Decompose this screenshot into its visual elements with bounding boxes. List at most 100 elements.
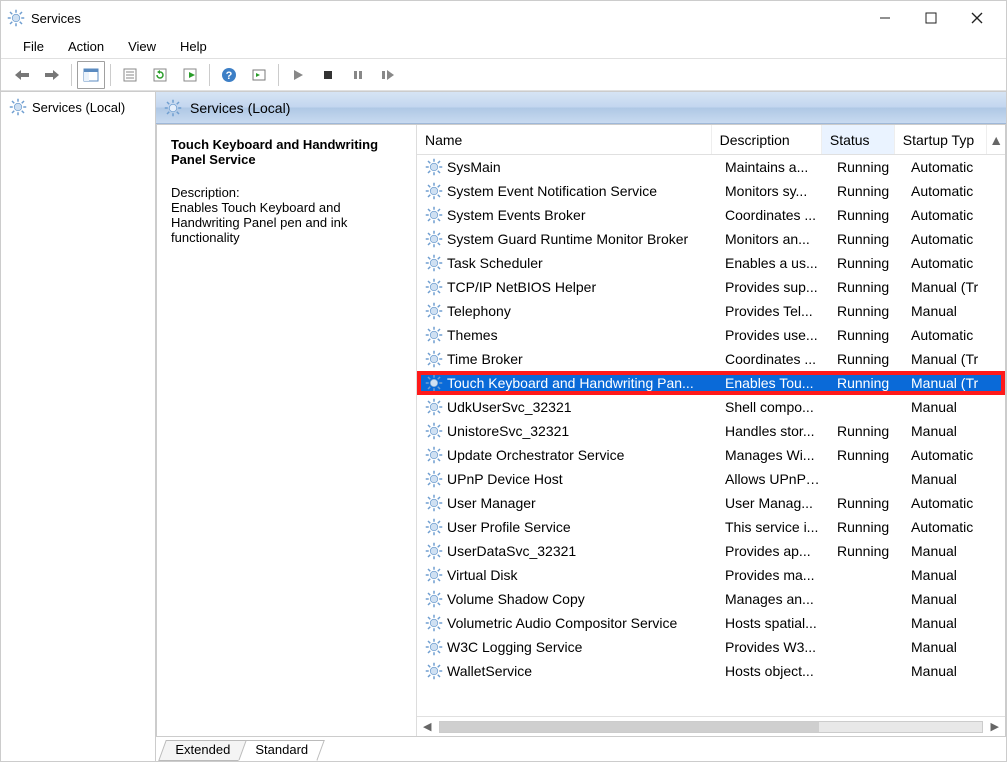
show-hide-tree-button[interactable]	[77, 61, 105, 89]
scroll-right-icon[interactable]: ▶	[991, 720, 999, 733]
service-row[interactable]: Virtual DiskProvides ma...Manual	[417, 563, 1005, 587]
service-row[interactable]: User ManagerUser Manag...RunningAutomati…	[417, 491, 1005, 515]
service-row[interactable]: System Guard Runtime Monitor BrokerMonit…	[417, 227, 1005, 251]
restart-service-button[interactable]	[374, 61, 402, 89]
menu-help[interactable]: Help	[168, 37, 219, 56]
menu-action[interactable]: Action	[56, 37, 116, 56]
maximize-button[interactable]	[908, 3, 954, 33]
column-status[interactable]: Status	[822, 125, 895, 154]
gear-icon	[9, 98, 27, 116]
tree-node-services-local[interactable]: Services (Local)	[5, 96, 151, 118]
column-name[interactable]: Name	[417, 125, 712, 154]
cell-description: Provides ap...	[717, 543, 829, 559]
service-row[interactable]: SysMainMaintains a...RunningAutomatic	[417, 155, 1005, 179]
service-row[interactable]: WalletServiceHosts object...Manual	[417, 659, 1005, 683]
service-row[interactable]: TCP/IP NetBIOS HelperProvides sup...Runn…	[417, 275, 1005, 299]
service-row[interactable]: Volumetric Audio Compositor ServiceHosts…	[417, 611, 1005, 635]
service-row[interactable]: Touch Keyboard and Handwriting Pan...Ena…	[417, 371, 1005, 395]
properties-button[interactable]	[116, 61, 144, 89]
cell-description: Coordinates ...	[717, 351, 829, 367]
cell-description: Maintains a...	[717, 159, 829, 175]
cell-startup: Manual	[903, 471, 997, 487]
service-row[interactable]: Time BrokerCoordinates ...RunningManual …	[417, 347, 1005, 371]
cell-description: Manages an...	[717, 591, 829, 607]
scrollbar-thumb[interactable]	[439, 721, 982, 733]
cell-status: Running	[829, 495, 903, 511]
cell-status: Running	[829, 279, 903, 295]
console-button[interactable]	[245, 61, 273, 89]
back-button[interactable]	[8, 61, 36, 89]
cell-startup: Automatic	[903, 159, 997, 175]
service-row[interactable]: W3C Logging ServiceProvides W3...Manual	[417, 635, 1005, 659]
refresh-button[interactable]	[146, 61, 174, 89]
main-body: Touch Keyboard and Handwriting Panel Ser…	[156, 124, 1006, 737]
tab-standard[interactable]: Standard	[238, 740, 324, 761]
titlebar[interactable]: Services	[1, 1, 1006, 35]
horizontal-scrollbar[interactable]: ◀ ▶	[417, 716, 1005, 736]
export-button[interactable]	[176, 61, 204, 89]
cell-name: System Event Notification Service	[417, 182, 717, 200]
toolbar: ?	[1, 59, 1006, 91]
stop-service-button[interactable]	[314, 61, 342, 89]
service-row[interactable]: ThemesProvides use...RunningAutomatic	[417, 323, 1005, 347]
gear-icon	[425, 230, 443, 248]
menu-view[interactable]: View	[116, 37, 168, 56]
scroll-up-icon[interactable]: ▲	[987, 132, 1005, 148]
gear-icon	[425, 470, 443, 488]
close-button[interactable]	[954, 3, 1000, 33]
column-description[interactable]: Description	[712, 125, 822, 154]
cell-name: SysMain	[417, 158, 717, 176]
cell-description: User Manag...	[717, 495, 829, 511]
svg-text:?: ?	[226, 70, 233, 82]
service-row[interactable]: System Event Notification ServiceMonitor…	[417, 179, 1005, 203]
scroll-left-icon[interactable]: ◀	[423, 720, 431, 733]
gear-icon	[425, 374, 443, 392]
cell-description: Handles stor...	[717, 423, 829, 439]
cell-status: Running	[829, 159, 903, 175]
minimize-button[interactable]	[862, 3, 908, 33]
cell-status: Running	[829, 543, 903, 559]
service-row[interactable]: System Events BrokerCoordinates ...Runni…	[417, 203, 1005, 227]
tab-extended[interactable]: Extended	[158, 740, 247, 761]
gear-icon	[164, 99, 182, 117]
gear-icon	[425, 326, 443, 344]
gear-icon	[425, 662, 443, 680]
gear-icon	[425, 494, 443, 512]
cell-name: Telephony	[417, 302, 717, 320]
cell-name: Touch Keyboard and Handwriting Pan...	[417, 374, 717, 392]
cell-name: WalletService	[417, 662, 717, 680]
start-service-button[interactable]	[284, 61, 312, 89]
menu-file[interactable]: File	[11, 37, 56, 56]
cell-status: Running	[829, 447, 903, 463]
service-row[interactable]: Task SchedulerEnables a us...RunningAuto…	[417, 251, 1005, 275]
forward-button[interactable]	[38, 61, 66, 89]
selected-service-title: Touch Keyboard and Handwriting Panel Ser…	[171, 137, 402, 167]
column-startup-type[interactable]: Startup Typ	[895, 125, 988, 154]
service-row[interactable]: Update Orchestrator ServiceManages Wi...…	[417, 443, 1005, 467]
main-pane: Services (Local) Touch Keyboard and Hand…	[156, 92, 1006, 761]
service-row[interactable]: UPnP Device HostAllows UPnP ...Manual	[417, 467, 1005, 491]
service-row[interactable]: Volume Shadow CopyManages an...Manual	[417, 587, 1005, 611]
pause-service-button[interactable]	[344, 61, 372, 89]
service-row[interactable]: User Profile ServiceThis service i...Run…	[417, 515, 1005, 539]
cell-status: Running	[829, 183, 903, 199]
cell-description: Monitors an...	[717, 231, 829, 247]
window-title: Services	[31, 11, 862, 26]
gear-icon	[425, 206, 443, 224]
cell-status: Running	[829, 303, 903, 319]
help-button[interactable]: ?	[215, 61, 243, 89]
cell-status: Running	[829, 519, 903, 535]
cell-startup: Manual (Tr	[903, 351, 997, 367]
service-row[interactable]: TelephonyProvides Tel...RunningManual	[417, 299, 1005, 323]
service-row[interactable]: UdkUserSvc_32321Shell compo...Manual	[417, 395, 1005, 419]
service-row[interactable]: UnistoreSvc_32321Handles stor...RunningM…	[417, 419, 1005, 443]
cell-startup: Manual	[903, 663, 997, 679]
gear-icon	[425, 398, 443, 416]
cell-startup: Manual	[903, 615, 997, 631]
service-row[interactable]: UserDataSvc_32321Provides ap...RunningMa…	[417, 539, 1005, 563]
cell-status: Running	[829, 207, 903, 223]
tree-pane: Services (Local)	[1, 92, 156, 761]
cell-startup: Automatic	[903, 327, 997, 343]
cell-description: Provides W3...	[717, 639, 829, 655]
cell-status: Running	[829, 255, 903, 271]
